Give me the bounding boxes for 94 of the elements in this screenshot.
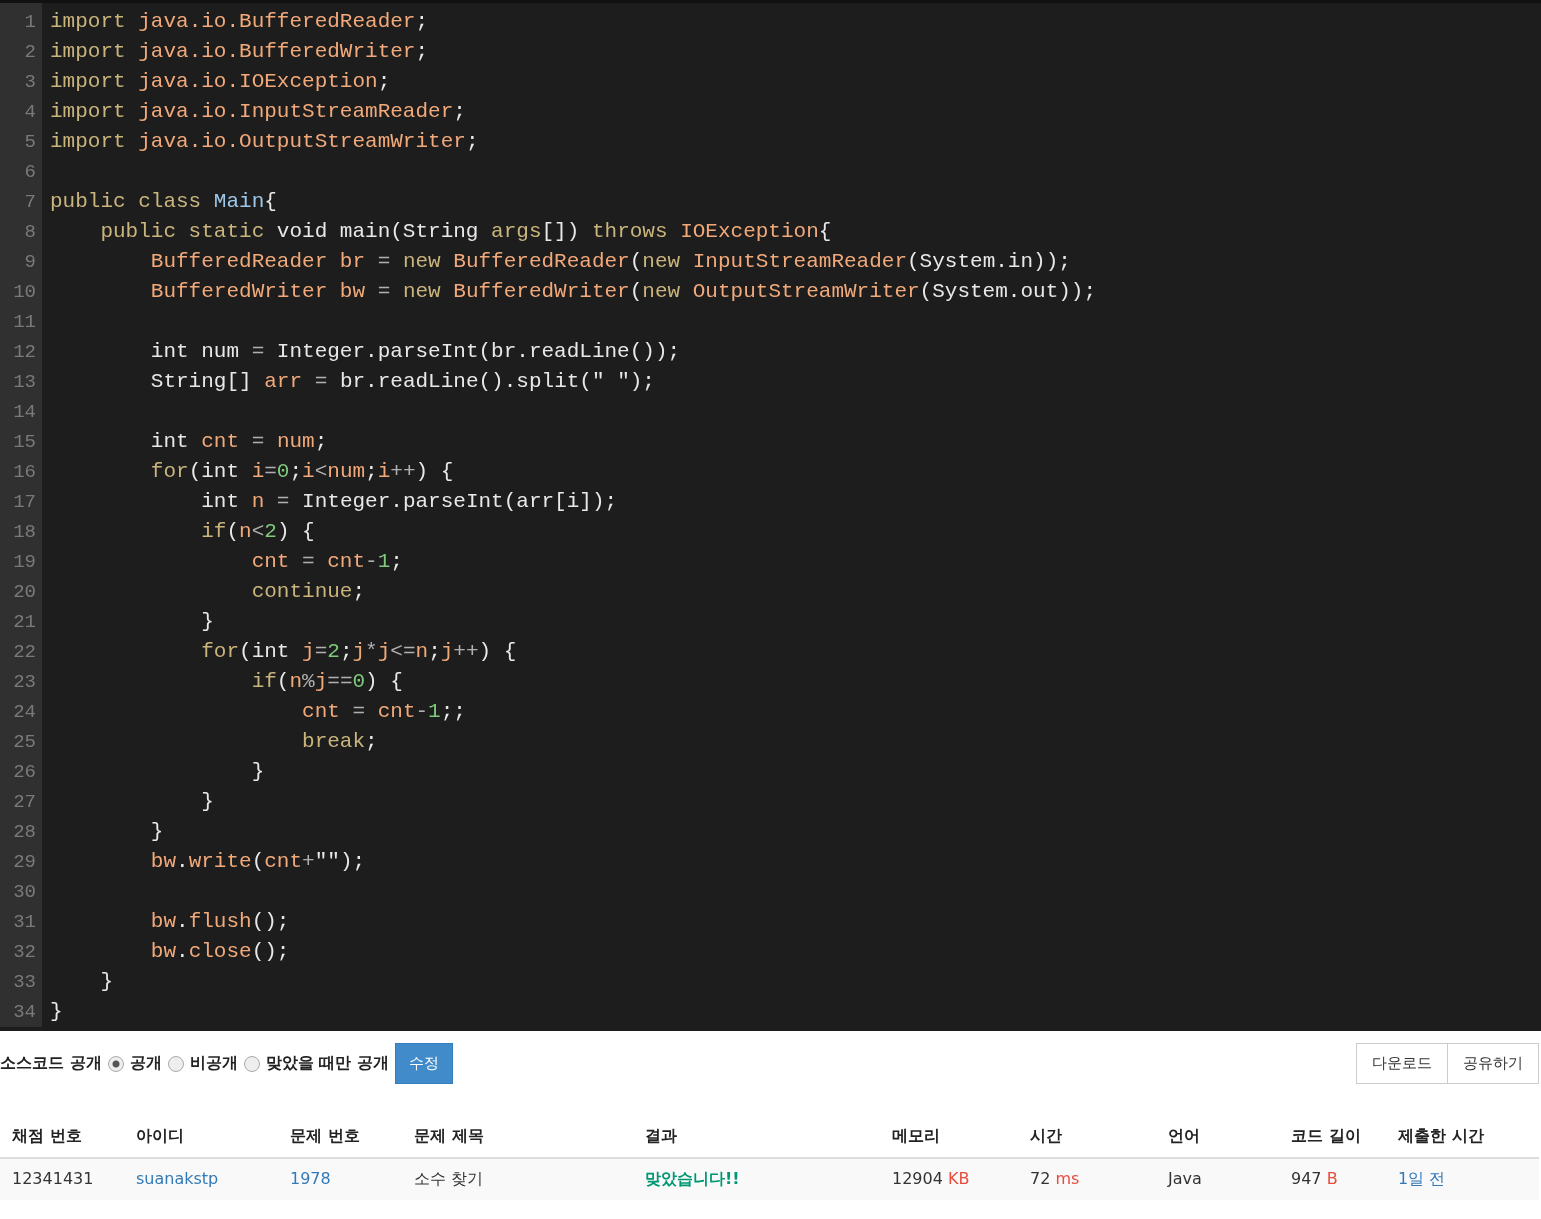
line-number: 24 (12, 700, 37, 725)
code-line: import java.io.IOException; (50, 69, 392, 95)
line-number: 14 (12, 400, 37, 425)
line-number: 8 (23, 220, 37, 245)
line-number: 9 (23, 250, 37, 275)
code-line: int n = Integer.parseInt(arr[i]); (200, 489, 619, 515)
line-number: 31 (12, 910, 37, 935)
line-number: 28 (12, 820, 37, 845)
column-header: 아이디 (136, 1126, 185, 1147)
table-cell-text: 12341431 (12, 1169, 95, 1190)
line-number: 22 (12, 640, 37, 665)
line-number: 19 (12, 550, 37, 575)
code-line: break; (301, 729, 379, 755)
code-line: public class Main{ (50, 189, 278, 215)
table-cell-text: 947 B (1291, 1169, 1339, 1190)
code-line: import java.io.BufferedReader; (50, 9, 430, 35)
visibility-radio-option[interactable]: 공개 (107, 1053, 162, 1074)
table-link[interactable]: 1일 전 (1398, 1169, 1539, 1190)
table-cell-text: 맞았습니다!! (645, 1169, 741, 1190)
visibility-label: 소스코드 공개 (0, 1053, 102, 1074)
column-header: 결과 (645, 1126, 678, 1147)
code-line: cnt = cnt-1; (250, 549, 404, 575)
code-line: if(n%j==0) { (250, 669, 404, 695)
code-line: } (149, 819, 165, 845)
line-number: 21 (12, 610, 37, 635)
action-button[interactable]: 공유하기 (1447, 1043, 1539, 1084)
code-line: String[] arr = br.readLine().split(" "); (149, 369, 656, 395)
save-button[interactable]: 수정 (394, 1043, 453, 1084)
code-line: } (200, 789, 215, 815)
line-number: 6 (23, 160, 37, 185)
line-number: 26 (12, 760, 37, 785)
column-header: 언어 (1168, 1126, 1201, 1147)
line-number: 3 (23, 70, 37, 95)
code-line: } (250, 759, 266, 785)
line-number: 29 (12, 850, 37, 875)
table-cell-text: Java (1168, 1169, 1203, 1190)
line-number: 7 (23, 190, 37, 215)
table-cell-text: 12904 KB (892, 1169, 971, 1190)
table-link[interactable]: suanakstp (136, 1169, 290, 1190)
line-number: 23 (12, 670, 37, 695)
code-line: BufferedWriter bw = new BufferedWriter(new OutputStreamWriter(System.out)); (149, 279, 1098, 305)
line-number: 33 (12, 970, 37, 995)
code-line: BufferedReader br = new BufferedReader(new InputStreamReader(System.in)); (149, 249, 1072, 275)
line-number: 32 (12, 940, 37, 965)
code-line: for(int j=2;j*j<=n;j++) { (200, 639, 518, 665)
visibility-radio-option[interactable]: 맞았을 때만 공개 (243, 1053, 389, 1074)
code-line: continue; (250, 579, 367, 605)
code-line: bw.close(); (149, 939, 291, 965)
line-number: 25 (12, 730, 37, 755)
code-line: bw.write(cnt+""); (149, 849, 367, 875)
line-number: 16 (12, 460, 37, 485)
line-number: 17 (12, 490, 37, 515)
line-number: 4 (23, 100, 37, 125)
line-number: 13 (12, 370, 37, 395)
code-line: } (99, 969, 114, 995)
table-link[interactable]: 1978 (290, 1169, 414, 1190)
column-header: 시간 (1030, 1126, 1063, 1147)
code-line: import java.io.OutputStreamWriter; (50, 129, 480, 155)
line-number: 11 (12, 310, 37, 335)
code-line: import java.io.InputStreamReader; (50, 99, 467, 125)
line-number: 34 (12, 1000, 37, 1025)
visibility-radio-option[interactable]: 비공개 (167, 1053, 238, 1074)
column-header: 제출한 시간 (1398, 1126, 1485, 1147)
column-header: 문제 제목 (414, 1126, 485, 1147)
radio-icon[interactable] (243, 1055, 260, 1072)
code-line: int num = Integer.parseInt(br.readLine()); (149, 339, 682, 365)
column-header: 코드 길이 (1291, 1126, 1362, 1147)
line-number: 1 (23, 10, 37, 35)
code-line: } (50, 999, 64, 1025)
line-number: 2 (23, 40, 37, 65)
code-line: for(int i=0;i<num;i++) { (149, 459, 455, 485)
line-number: 15 (12, 430, 37, 455)
line-number: 18 (12, 520, 37, 545)
code-line: } (200, 609, 215, 635)
code-line: bw.flush(); (149, 909, 291, 935)
code-line: if(n<2) { (200, 519, 316, 545)
code-line: int cnt = num; (149, 429, 329, 455)
action-button[interactable]: 다운로드 (1356, 1043, 1448, 1084)
table-cell-text: 72 ms (1030, 1169, 1081, 1190)
line-number: 10 (12, 280, 37, 305)
radio-icon[interactable] (167, 1055, 184, 1072)
line-number: 30 (12, 880, 37, 905)
code-line: import java.io.BufferedWriter; (50, 39, 430, 65)
line-number: 20 (12, 580, 37, 605)
line-number: 27 (12, 790, 37, 815)
code-line: cnt = cnt-1;; (301, 699, 467, 725)
column-header: 채점 번호 (12, 1126, 83, 1147)
radio-icon[interactable] (107, 1055, 124, 1072)
line-number: 5 (23, 130, 37, 155)
table-cell-text: 소수 찾기 (414, 1169, 485, 1190)
column-header: 문제 번호 (290, 1126, 361, 1147)
line-number: 12 (12, 340, 37, 365)
column-header: 메모리 (892, 1126, 941, 1147)
code-line: public static void main(String args[]) throws IOException{ (99, 219, 833, 245)
